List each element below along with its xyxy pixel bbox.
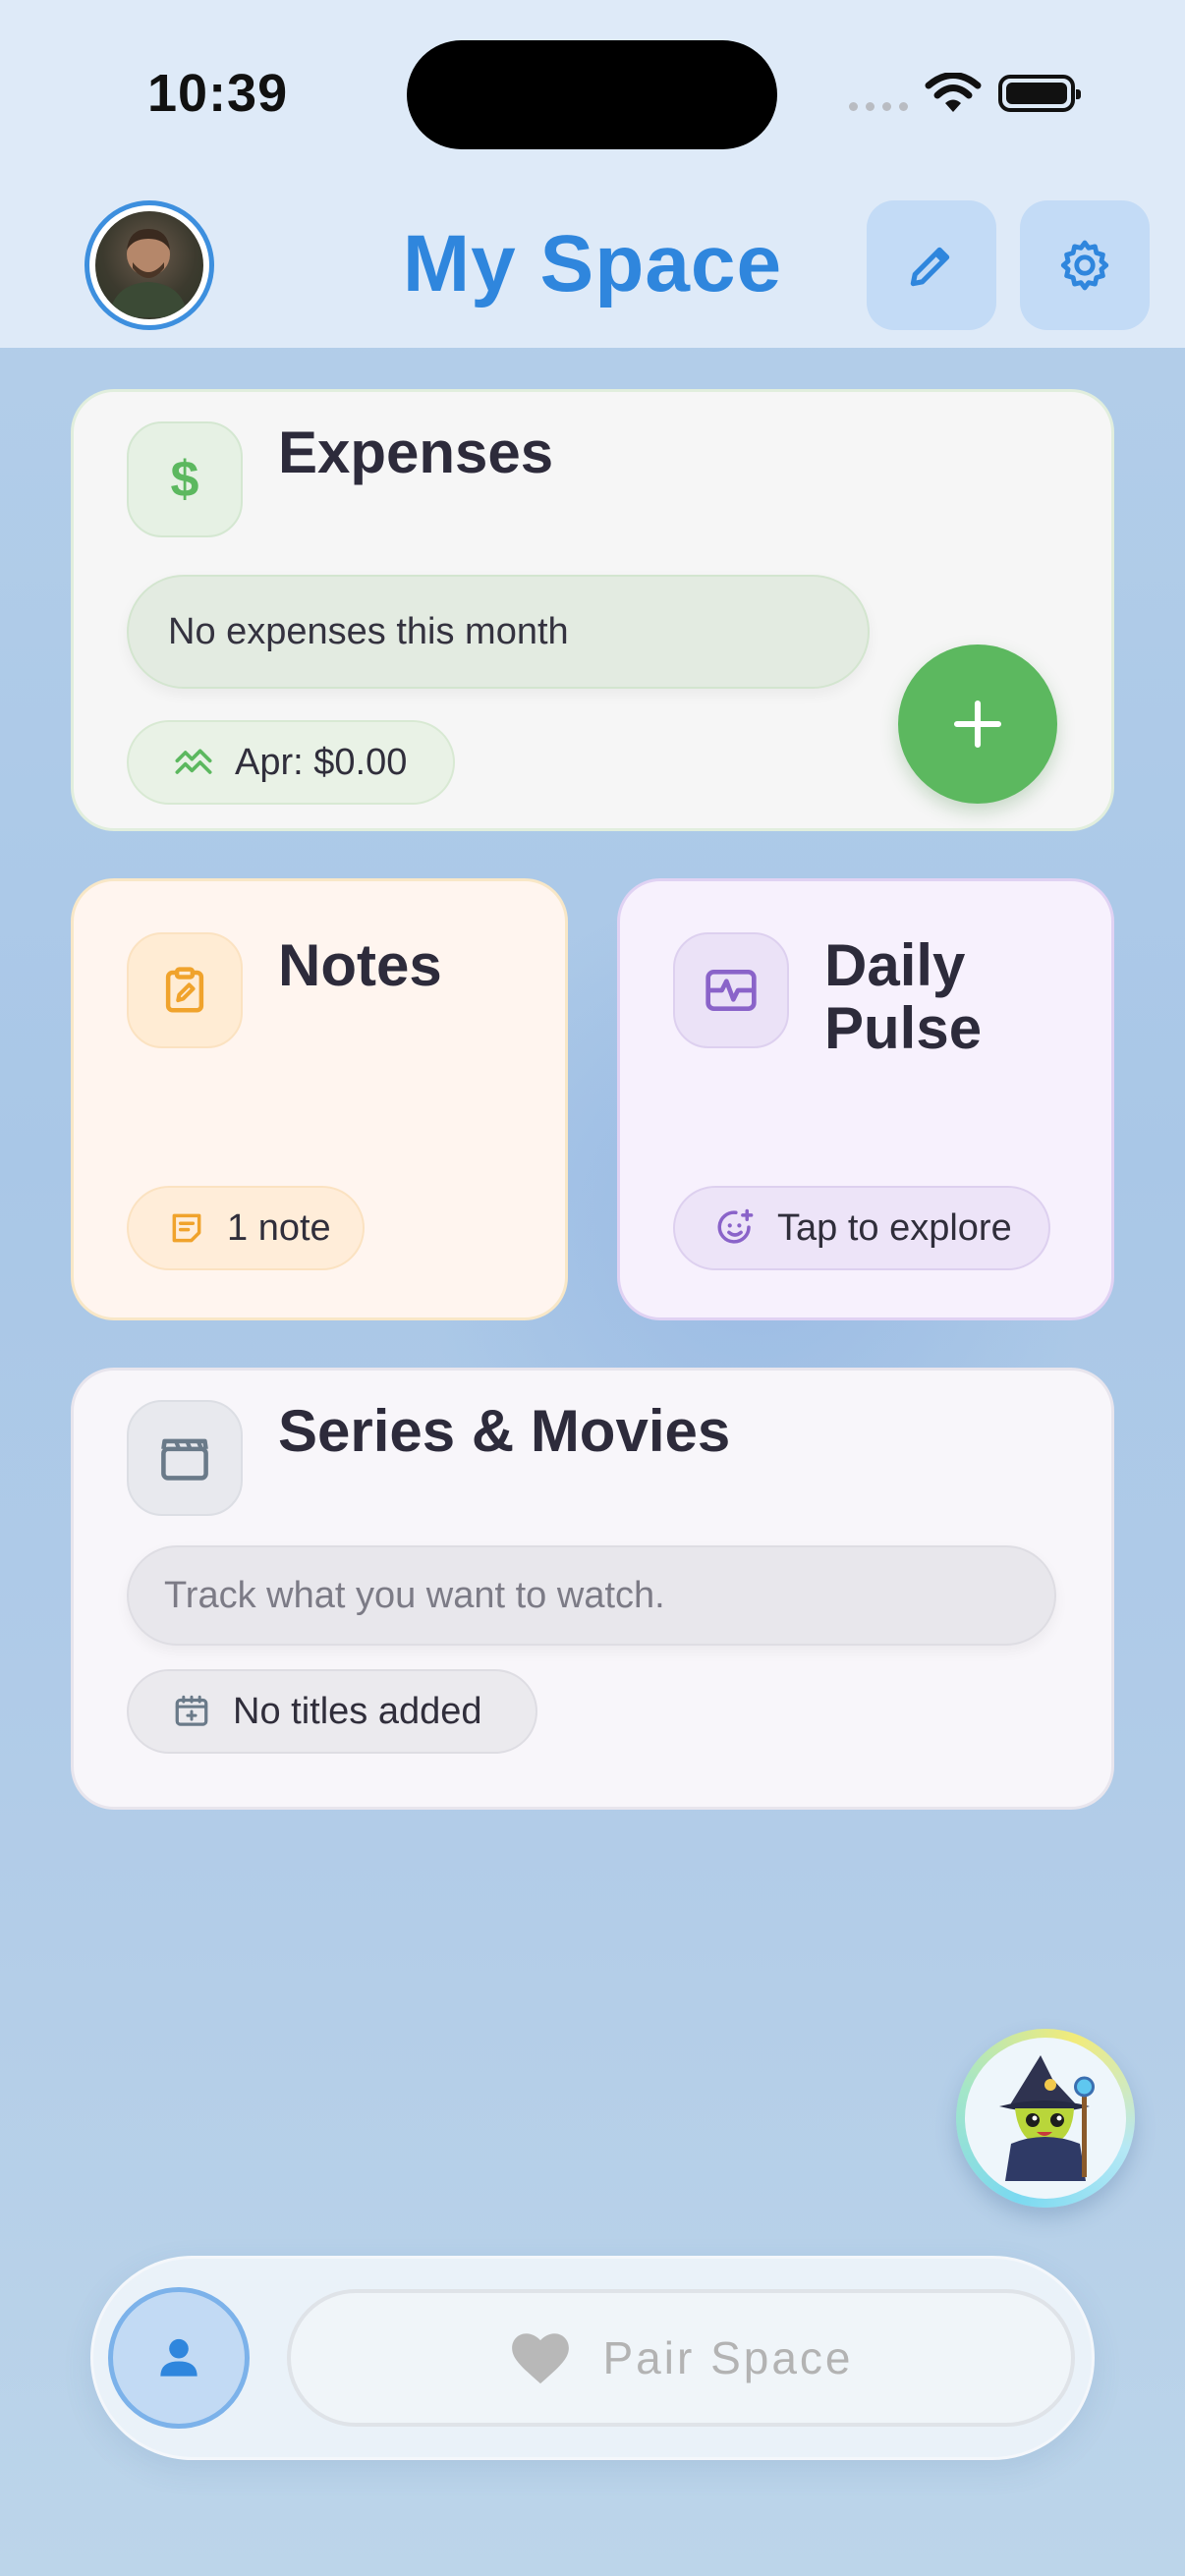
top-bar: 10:39 My Space bbox=[0, 0, 1185, 348]
pulse-icon bbox=[705, 970, 757, 1011]
assistant-wizard-button[interactable] bbox=[956, 2029, 1135, 2208]
gear-icon bbox=[1060, 240, 1109, 291]
pencil-icon bbox=[910, 247, 950, 287]
edit-button[interactable] bbox=[867, 200, 996, 330]
daily-pulse-title: Daily Pulse bbox=[824, 932, 983, 1061]
clapperboard-icon bbox=[161, 1438, 208, 1481]
series-placeholder: Track what you want to watch. bbox=[127, 1545, 1056, 1646]
series-movies-card[interactable]: Series & Movies Track what you want to w… bbox=[71, 1368, 1114, 1810]
plus-icon bbox=[953, 700, 1002, 749]
pulse-icon-box bbox=[673, 932, 789, 1048]
dollar-icon: $ bbox=[170, 451, 199, 508]
expenses-icon-box: $ bbox=[127, 421, 243, 537]
clipboard-edit-icon bbox=[165, 967, 204, 1013]
wizard-mascot-icon bbox=[999, 2055, 1095, 2181]
person-icon bbox=[160, 2338, 198, 2377]
settings-button[interactable] bbox=[1020, 200, 1150, 330]
dynamic-island bbox=[407, 40, 777, 149]
note-icon bbox=[172, 1213, 201, 1243]
pair-space-button[interactable]: Pair Space bbox=[287, 2289, 1075, 2427]
add-expense-button[interactable] bbox=[898, 644, 1057, 804]
notes-title: Notes bbox=[278, 932, 442, 998]
heart-icon bbox=[512, 2333, 570, 2384]
status-time: 10:39 bbox=[147, 64, 289, 123]
calendar-plus-icon bbox=[175, 1695, 208, 1726]
notes-card[interactable]: Notes 1 note bbox=[71, 878, 568, 1320]
series-title: Series & Movies bbox=[278, 1398, 731, 1464]
daily-pulse-explore-chip[interactable]: Tap to explore bbox=[673, 1186, 1050, 1270]
trend-icon bbox=[175, 749, 212, 774]
notes-count-chip: 1 note bbox=[127, 1186, 365, 1270]
page-title: My Space bbox=[402, 219, 783, 308]
series-icon-box bbox=[127, 1400, 243, 1516]
smile-plus-icon bbox=[717, 1208, 754, 1244]
series-status-chip: No titles added bbox=[127, 1669, 537, 1754]
wifi-icon bbox=[925, 73, 982, 112]
expenses-summary-chip: Apr: $0.00 bbox=[127, 720, 455, 805]
expenses-empty-message: No expenses this month bbox=[127, 575, 870, 689]
notes-icon-box bbox=[127, 932, 243, 1048]
my-space-profile-button[interactable] bbox=[108, 2287, 250, 2429]
cellular-signal-icon bbox=[849, 102, 908, 111]
expenses-title: Expenses bbox=[278, 420, 554, 485]
daily-pulse-card[interactable]: Daily Pulse Tap to explore bbox=[617, 878, 1114, 1320]
battery-icon bbox=[998, 75, 1081, 112]
